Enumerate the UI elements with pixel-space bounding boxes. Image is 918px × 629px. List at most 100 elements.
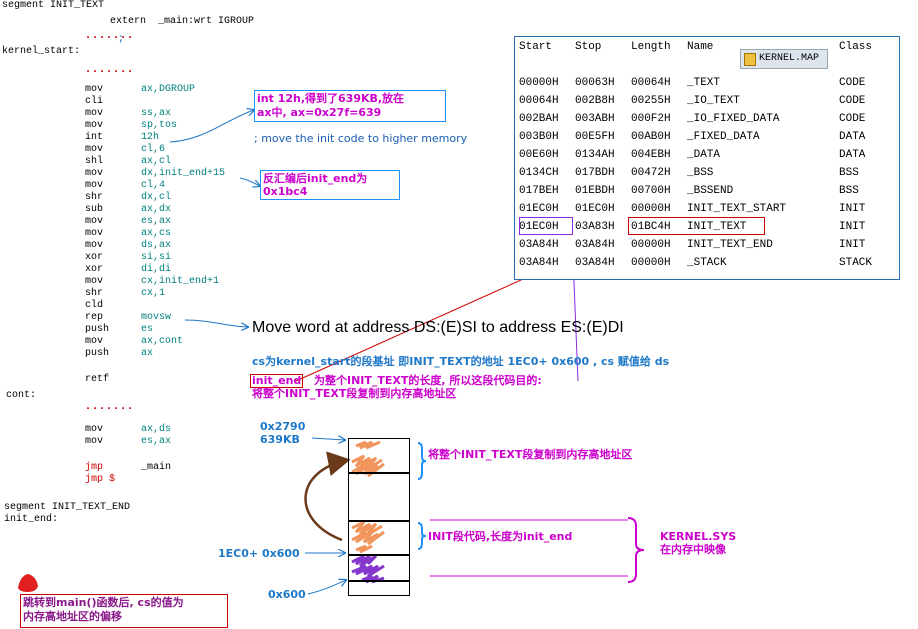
map-cell: 01EC0H [575, 203, 615, 215]
memory-block-init [348, 520, 410, 556]
map-cell: 017BEH [519, 185, 559, 197]
map-cell: 002BAH [519, 113, 559, 125]
jump-note-line1: 跳转到main()函数后, cs的值为 [23, 596, 184, 609]
instruction-arg: ds,ax [141, 240, 172, 251]
copy-note: 将整个INIT_TEXT段复制到内存高地址区 [252, 387, 457, 400]
kernel-map-badge: KERNEL.MAP [740, 49, 828, 69]
int12-note-box: int 12h,得到了639KB,放在 ax中, ax=0x27f=639 [254, 90, 446, 122]
cont-instruction-list: mov ax,ds mov es,ax [0, 424, 260, 450]
instruction-op: xor [85, 252, 104, 263]
map-cell: 00064H [519, 95, 559, 107]
instruction-arg: cx,init_end+1 [141, 276, 220, 287]
mem-top-addr: 0x2790 [260, 420, 306, 433]
instruction-op: mov [85, 240, 104, 251]
map-cell: 00472H [631, 167, 671, 179]
disasm-note-line2: 0x1bc4 [263, 185, 308, 198]
instruction-op: cld [85, 300, 104, 311]
jump-note-line2: 内存高地址区的偏移 [23, 610, 122, 623]
instruction-op: mov [85, 180, 104, 191]
memory-block-gap [348, 472, 410, 522]
int12-note-line1: int 12h,得到了639KB,放在 [257, 92, 405, 105]
instruction-arg: es,ax [141, 436, 172, 447]
instruction-arg: sp,tos [141, 120, 178, 131]
map-cell: 002B8H [575, 95, 615, 107]
map-cell: 00AB0H [631, 131, 671, 143]
cont-label: cont: [6, 390, 37, 401]
segment-end: segment INIT_TEXT_END [4, 502, 131, 513]
move-init-comment: ; move the init code to higher memory [254, 132, 468, 145]
map-cell: CODE [839, 113, 866, 125]
init-end-note: 为整个INIT_TEXT的长度, 所以这段代码目的: [314, 374, 542, 387]
map-cell: _DATA [687, 149, 721, 161]
instruction-op: shr [85, 288, 104, 299]
map-cell: 00700H [631, 185, 671, 197]
instruction-arg: ax,cl [141, 156, 172, 167]
map-cell: DATA [839, 131, 866, 143]
map-cell: DATA [839, 149, 866, 161]
map-cell: 00064H [631, 77, 671, 89]
map-header-cell: Name [687, 41, 714, 53]
instruction-op: shl [85, 156, 104, 167]
instruction-arg: movsw [141, 312, 172, 323]
instruction-op: cli [85, 96, 104, 107]
map-cell: INIT [839, 239, 866, 251]
jmp-self: jmp $ [85, 474, 116, 485]
map-cell: 004EBH [631, 149, 671, 161]
map-cell: CODE [839, 95, 866, 107]
map-cell: 003B0H [519, 131, 559, 143]
extern-line: extern _main:wrt IGROUP [110, 16, 255, 27]
highlight-start [519, 217, 573, 235]
memory-block-high [348, 438, 410, 474]
instruction-op: mov [85, 168, 104, 179]
instruction-arg: ss,ax [141, 108, 172, 119]
map-header-cell: Length [631, 41, 671, 53]
map-cell: 00255H [631, 95, 671, 107]
map-cell: INIT_TEXT_END [687, 239, 773, 251]
map-cell: 00000H [631, 239, 671, 251]
jmp-main-arg: _main [141, 462, 172, 473]
map-cell: 01EBDH [575, 185, 615, 197]
map-cell: 03A84H [575, 257, 615, 269]
map-cell: _BSSEND [687, 185, 734, 197]
brace-mid-note: INIT段代码,长度为init_end [428, 530, 573, 543]
map-cell: BSS [839, 167, 859, 179]
disasm-note-box: 反汇编后init_end为 0x1bc4 [260, 170, 400, 200]
map-cell: _IO_FIXED_DATA [687, 113, 780, 125]
instruction-op: mov [85, 108, 104, 119]
map-cell: 0134CH [519, 167, 559, 179]
ellipsis-2: ....... [85, 64, 135, 75]
instruction-op: xor [85, 264, 104, 275]
map-cell: 00063H [575, 77, 615, 89]
map-header-cell: Class [839, 41, 873, 53]
kernel-map-badge-label: KERNEL.MAP [759, 53, 820, 64]
addr-1ec0: 1EC0+ 0x600 [218, 547, 300, 560]
instruction-arg: es [141, 324, 154, 335]
instruction-arg: ax [141, 348, 154, 359]
instruction-op: push [85, 348, 110, 359]
init-end-word: init_end [250, 374, 304, 388]
map-cell: BSS [839, 185, 859, 197]
retf-instruction: retf [85, 374, 110, 385]
instruction-arg: di,di [141, 264, 172, 275]
disasm-note-line1: 反汇编后init_end为 [263, 172, 368, 185]
instruction-arg: cl,6 [141, 144, 166, 155]
map-cell: 03A83H [575, 221, 615, 233]
instruction-op: mov [85, 424, 104, 435]
map-cell: _TEXT [687, 77, 721, 89]
instruction-arg: cx,1 [141, 288, 166, 299]
ellipsis-3: ....... [85, 401, 135, 412]
instruction-arg: ax,ds [141, 424, 172, 435]
map-cell: 00E5FH [575, 131, 615, 143]
instruction-op: push [85, 324, 110, 335]
instruction-arg: cl,4 [141, 180, 166, 191]
map-cell: INIT [839, 203, 866, 215]
instruction-arg: ax,cont [141, 336, 184, 347]
kernel-sys-label: KERNEL.SYS [660, 530, 737, 543]
map-cell: INIT [839, 221, 866, 233]
brace-top-note: 将整个INIT_TEXT段复制到内存高地址区 [428, 448, 633, 461]
memory-block-low [348, 580, 410, 596]
init-end-label: init_end: [4, 514, 59, 525]
instruction-op: mov [85, 228, 104, 239]
map-cell: _FIXED_DATA [687, 131, 760, 143]
instruction-arg: ax,cs [141, 228, 172, 239]
